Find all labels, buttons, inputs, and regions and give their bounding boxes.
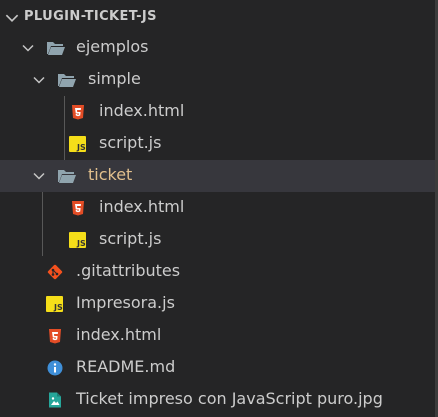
chevron-down-icon[interactable] — [31, 72, 47, 88]
svg-text:JS: JS — [76, 143, 86, 152]
tree-file-ticket-image[interactable]: Ticket impreso con JavaScript puro.jpg — [0, 384, 435, 416]
folder-open-icon — [57, 168, 76, 184]
javascript-icon: JS — [69, 232, 87, 248]
tree-item-label: .gitattributes — [76, 261, 181, 280]
tree-item-label: script.js — [99, 229, 162, 248]
tree-folder-simple[interactable]: simple — [0, 64, 435, 96]
html5-icon — [47, 328, 65, 344]
explorer-section-header[interactable]: PLUGIN-TICKET-JS — [0, 0, 435, 36]
section-title: PLUGIN-TICKET-JS — [24, 9, 157, 24]
tree-item-label: ticket — [88, 165, 133, 184]
image-file-icon — [47, 392, 65, 408]
tree-file-impresora-js[interactable]: JS Impresora.js — [0, 288, 435, 320]
svg-text:JS: JS — [76, 239, 86, 248]
file-explorer: PLUGIN-TICKET-JS ejemplos simple index.h… — [0, 0, 438, 417]
javascript-icon: JS — [69, 136, 87, 152]
tree-item-label: Impresora.js — [76, 293, 175, 312]
tree-item-label: ejemplos — [76, 37, 149, 56]
tree-file-script-js[interactable]: JS script.js — [0, 224, 435, 256]
tree-file-readme-md[interactable]: README.md — [0, 352, 435, 384]
info-icon — [47, 360, 65, 376]
git-icon — [47, 264, 65, 280]
tree-item-label: index.html — [99, 197, 185, 216]
tree-item-label: simple — [88, 69, 141, 88]
folder-open-icon — [57, 72, 76, 88]
svg-text:JS: JS — [53, 303, 63, 312]
tree-item-label: Ticket impreso con JavaScript puro.jpg — [76, 389, 383, 408]
chevron-down-icon[interactable] — [3, 9, 21, 31]
tree-item-label: index.html — [99, 101, 185, 120]
html5-icon — [70, 104, 88, 120]
tree-item-label: README.md — [76, 357, 176, 376]
javascript-icon: JS — [46, 296, 64, 312]
folder-open-icon — [46, 40, 65, 56]
chevron-down-icon[interactable] — [20, 40, 36, 56]
tree-file-index-html[interactable]: index.html — [0, 192, 435, 224]
chevron-down-icon[interactable] — [31, 168, 47, 184]
tree-item-label: index.html — [76, 325, 162, 344]
html5-icon — [70, 200, 88, 216]
tree-file-gitattributes[interactable]: .gitattributes — [0, 256, 435, 288]
tree-file-index-html[interactable]: index.html — [0, 96, 435, 128]
tree-folder-ejemplos[interactable]: ejemplos — [0, 32, 435, 64]
tree-folder-ticket[interactable]: ticket — [0, 160, 435, 192]
tree-item-label: script.js — [99, 133, 162, 152]
tree-file-index-html[interactable]: index.html — [0, 320, 435, 352]
tree-file-script-js[interactable]: JS script.js — [0, 128, 435, 160]
